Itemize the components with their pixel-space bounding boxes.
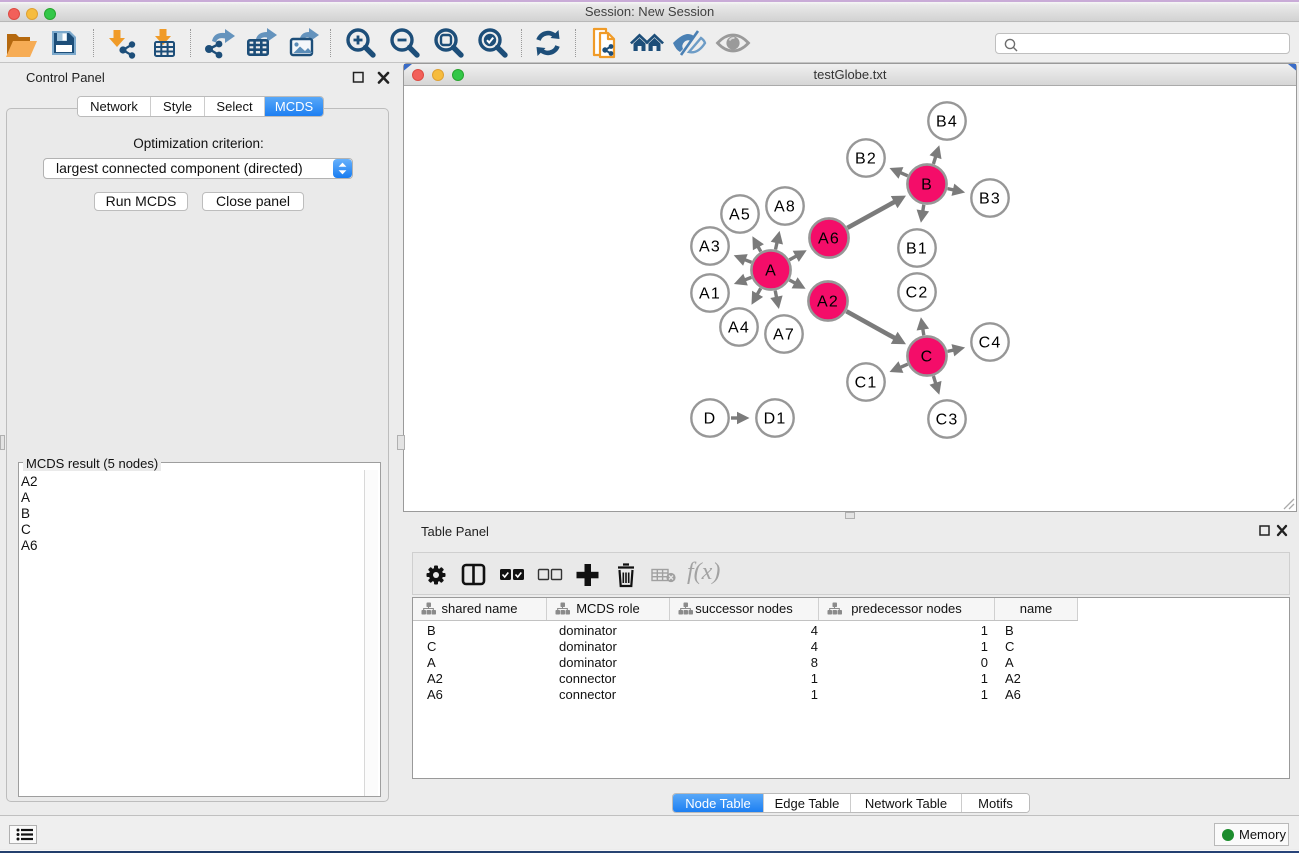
svg-text:A8: A8: [774, 199, 796, 216]
svg-text:D1: D1: [764, 411, 787, 428]
svg-text:C4: C4: [979, 335, 1002, 352]
svg-text:B2: B2: [855, 151, 877, 168]
svg-text:A: A: [765, 263, 777, 280]
svg-text:A4: A4: [728, 320, 750, 337]
svg-text:B1: B1: [906, 241, 928, 258]
svg-text:A2: A2: [817, 294, 839, 311]
svg-text:A1: A1: [699, 286, 721, 303]
svg-text:B4: B4: [936, 114, 958, 131]
svg-text:A5: A5: [729, 207, 751, 224]
svg-text:B3: B3: [979, 191, 1001, 208]
svg-text:C: C: [921, 349, 934, 366]
svg-text:A7: A7: [773, 327, 795, 344]
svg-text:A6: A6: [818, 231, 840, 248]
svg-text:A3: A3: [699, 239, 721, 256]
svg-text:C2: C2: [906, 285, 929, 302]
svg-text:D: D: [704, 411, 717, 428]
svg-text:C3: C3: [936, 412, 959, 429]
svg-text:C1: C1: [855, 375, 878, 392]
svg-text:B: B: [921, 177, 933, 194]
